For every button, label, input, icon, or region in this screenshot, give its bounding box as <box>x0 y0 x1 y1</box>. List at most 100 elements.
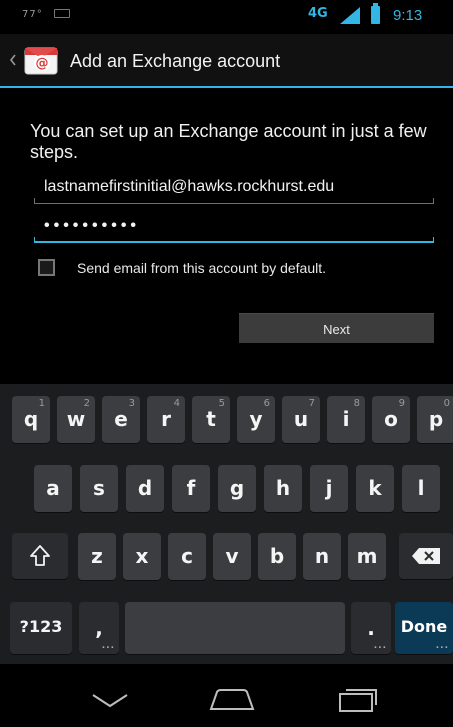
key-b[interactable]: b <box>258 533 296 580</box>
key-number-hint: 4 <box>173 398 180 409</box>
key-number-hint: 5 <box>218 398 225 409</box>
key-s[interactable]: s <box>80 465 118 512</box>
key-l[interactable]: l <box>402 465 440 512</box>
key-label: j <box>325 476 333 500</box>
key-label: i <box>342 407 350 431</box>
key-label: q <box>23 407 39 431</box>
soft-keyboard: q1w2e3r4t5y6u7i8o9p0 asdfghjkl zxcvbnm ?… <box>0 384 453 664</box>
key-label: g <box>229 476 245 500</box>
email-input[interactable] <box>34 172 434 202</box>
key-label: c <box>181 544 193 568</box>
key-z[interactable]: z <box>78 533 116 580</box>
key-m[interactable]: m <box>348 533 386 580</box>
email-app-icon[interactable]: @ <box>24 42 60 76</box>
default-account-label[interactable]: Send email from this account by default. <box>77 260 326 276</box>
setup-intro-text: You can set up an Exchange account in ju… <box>30 121 427 162</box>
key-label: a <box>46 476 60 500</box>
navigation-bar <box>0 664 453 727</box>
key-c[interactable]: c <box>168 533 206 580</box>
battery-icon <box>371 3 380 24</box>
key-number-hint: 2 <box>83 398 90 409</box>
password-underline-tick-right <box>433 237 434 243</box>
key-number-hint: 1 <box>38 398 45 409</box>
key-p[interactable]: p0 <box>417 396 453 443</box>
key-g[interactable]: g <box>218 465 256 512</box>
key-label: f <box>186 476 196 500</box>
period-more-indicator: ... <box>373 641 387 651</box>
password-underline-tick-left <box>34 237 35 243</box>
key-o[interactable]: o9 <box>372 396 410 443</box>
shift-key[interactable] <box>12 533 68 579</box>
action-bar-title: Add an Exchange account <box>70 51 281 71</box>
key-label: l <box>417 476 425 500</box>
key-n[interactable]: n <box>303 533 341 580</box>
key-y[interactable]: y6 <box>237 396 275 443</box>
password-input[interactable] <box>34 211 434 241</box>
key-label: r <box>161 407 171 431</box>
period-key[interactable]: . ... <box>351 602 391 654</box>
key-label: t <box>206 407 216 431</box>
key-e[interactable]: e3 <box>102 396 140 443</box>
period-key-label: . <box>367 616 375 640</box>
next-button[interactable]: Next <box>239 313 434 343</box>
key-i[interactable]: i8 <box>327 396 365 443</box>
password-field[interactable] <box>34 211 434 243</box>
shift-icon <box>30 545 50 566</box>
email-underline-tick-left <box>34 198 35 204</box>
key-number-hint: 9 <box>398 398 405 409</box>
comma-more-indicator: ... <box>101 641 115 651</box>
signal-icon <box>340 7 360 24</box>
key-label: n <box>314 544 330 568</box>
backspace-icon <box>412 548 440 564</box>
key-x[interactable]: x <box>123 533 161 580</box>
email-underline-tick-right <box>433 198 434 204</box>
key-number-hint: 0 <box>443 398 450 409</box>
key-k[interactable]: k <box>356 465 394 512</box>
key-w[interactable]: w2 <box>57 396 95 443</box>
key-label: k <box>368 476 382 500</box>
key-number-hint: 3 <box>128 398 135 409</box>
email-underline <box>34 203 434 204</box>
key-number-hint: 6 <box>263 398 270 409</box>
home-nav-icon[interactable] <box>209 689 255 711</box>
comma-key[interactable]: , ... <box>79 602 119 654</box>
key-label: v <box>225 544 239 568</box>
key-a[interactable]: a <box>34 465 72 512</box>
delete-key[interactable] <box>399 533 453 579</box>
key-label: w <box>66 407 86 431</box>
key-u[interactable]: u7 <box>282 396 320 443</box>
key-label: o <box>384 407 398 431</box>
key-number-hint: 7 <box>308 398 315 409</box>
key-label: e <box>114 407 128 431</box>
key-r[interactable]: r4 <box>147 396 185 443</box>
action-bar[interactable]: @ Add an Exchange account <box>0 34 453 86</box>
key-label: u <box>293 407 309 431</box>
key-t[interactable]: t5 <box>192 396 230 443</box>
key-label: b <box>269 544 285 568</box>
done-key[interactable]: Done ... <box>395 602 453 654</box>
key-f[interactable]: f <box>172 465 210 512</box>
key-h[interactable]: h <box>264 465 302 512</box>
recents-nav-icon[interactable] <box>338 687 378 713</box>
android-screen: 77° 4G 9:13 @ Add an Exchange account Yo… <box>0 0 453 727</box>
key-q[interactable]: q1 <box>12 396 50 443</box>
network-type-label: 4G <box>308 6 328 21</box>
key-label: z <box>91 544 103 568</box>
key-j[interactable]: j <box>310 465 348 512</box>
default-account-checkbox[interactable] <box>38 259 55 276</box>
action-bar-divider <box>0 86 453 88</box>
done-more-indicator: ... <box>435 641 449 651</box>
symbols-key[interactable]: ?123 <box>10 602 72 654</box>
key-label: m <box>356 544 378 568</box>
key-label: x <box>135 544 149 568</box>
password-underline <box>34 241 434 243</box>
svg-text:@: @ <box>36 56 49 71</box>
back-nav-icon[interactable] <box>92 694 128 708</box>
email-field[interactable] <box>34 172 434 204</box>
key-v[interactable]: v <box>213 533 251 580</box>
key-label: y <box>249 407 263 431</box>
space-key[interactable] <box>125 602 345 654</box>
key-d[interactable]: d <box>126 465 164 512</box>
chevron-left-icon[interactable] <box>10 54 16 66</box>
key-label: p <box>428 407 444 431</box>
